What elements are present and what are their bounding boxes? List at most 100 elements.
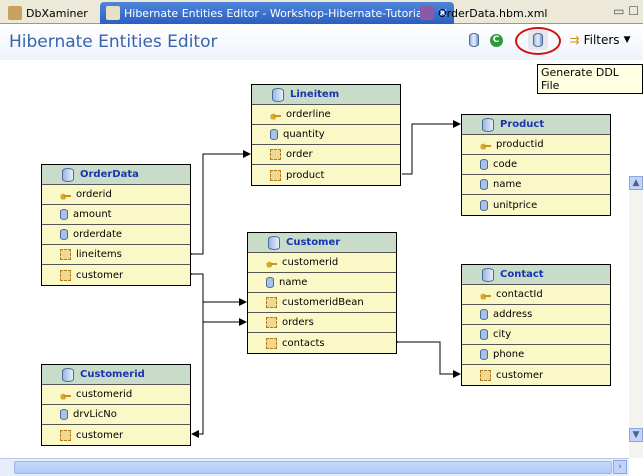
entity-header[interactable]: Product xyxy=(462,115,610,135)
entity-lineitem[interactable]: Lineitem orderline quantity order product xyxy=(251,84,401,186)
field-name: customerid xyxy=(76,389,133,400)
field-row[interactable]: contacts xyxy=(248,333,396,353)
dbxaminer-icon xyxy=(8,6,22,20)
scroll-right-button[interactable]: › xyxy=(613,460,627,474)
entity-customer[interactable]: Customer customerid name customeridBean orde… xyxy=(247,232,397,354)
key-icon xyxy=(60,389,71,400)
entity-product[interactable]: Product productid code name unitprice xyxy=(461,114,611,216)
column-icon xyxy=(266,277,274,288)
entity-icon xyxy=(62,367,74,382)
field-name: orderid xyxy=(76,189,112,200)
editor-icon xyxy=(106,6,120,20)
chevron-down-icon: ▼ xyxy=(623,35,631,45)
field-row[interactable]: name xyxy=(462,175,610,195)
refresh-icon: C xyxy=(489,33,503,47)
field-row[interactable]: order xyxy=(252,145,400,165)
field-row[interactable]: drvLicNo xyxy=(42,405,190,425)
field-name: customerid xyxy=(282,257,339,268)
window-controls[interactable]: ▭ ☐ xyxy=(613,4,639,18)
field-row[interactable]: customerid xyxy=(248,253,396,273)
column-icon xyxy=(60,229,68,240)
entity-customerid[interactable]: Customerid customerid drvLicNo customer xyxy=(41,364,191,446)
scroll-up-button[interactable]: ▲ xyxy=(629,176,643,190)
field-row[interactable]: customer xyxy=(42,265,190,285)
field-row[interactable]: customeridBean xyxy=(248,293,396,313)
field-row[interactable]: orderid xyxy=(42,185,190,205)
entity-orderdata[interactable]: OrderData orderid amount orderdate lineitems… xyxy=(41,164,191,286)
field-row[interactable]: product xyxy=(252,165,400,185)
many-to-one-icon xyxy=(270,169,281,181)
column-icon xyxy=(480,349,488,360)
horizontal-scrollbar[interactable]: › xyxy=(0,458,629,476)
column-icon xyxy=(480,159,488,170)
xml-file-icon xyxy=(420,6,434,20)
entity-header[interactable]: Customerid xyxy=(42,365,190,385)
many-to-one-icon xyxy=(270,149,281,160)
field-row[interactable]: amount xyxy=(42,205,190,225)
one-to-many-icon xyxy=(266,337,277,349)
editor-tab-bar: DbXaminer Hibernate Entities Editor - Wo… xyxy=(0,0,643,24)
column-icon xyxy=(480,309,488,320)
entity-icon xyxy=(482,267,494,282)
field-row[interactable]: code xyxy=(462,155,610,175)
tab-orderdata-hbm-xml[interactable]: OrderData.hbm.xml xyxy=(414,2,553,24)
field-row[interactable]: customer xyxy=(462,365,610,385)
entity-header[interactable]: OrderData xyxy=(42,165,190,185)
vertical-scrollbar[interactable]: ▲ ▼ xyxy=(629,176,643,458)
field-name: productid xyxy=(496,139,544,150)
key-icon xyxy=(480,289,491,300)
entity-icon xyxy=(482,117,494,132)
field-row[interactable]: orderline xyxy=(252,105,400,125)
entity-header[interactable]: Customer xyxy=(248,233,396,253)
entity-header[interactable]: Contact xyxy=(462,265,610,285)
entity-name: Product xyxy=(500,119,545,130)
tab-hibernate-entities-editor[interactable]: Hibernate Entities Editor - Workshop-Hib… xyxy=(100,2,454,24)
field-name: contacts xyxy=(282,337,325,349)
entity-icon xyxy=(272,87,284,102)
field-name: customer xyxy=(76,429,124,441)
tab-dbxaminer[interactable]: DbXaminer xyxy=(2,2,94,24)
many-to-one-icon xyxy=(480,369,491,381)
entity-name: OrderData xyxy=(80,169,139,180)
database-button[interactable] xyxy=(466,30,482,50)
many-to-one-icon xyxy=(60,269,71,281)
field-row[interactable]: address xyxy=(462,305,610,325)
field-name: drvLicNo xyxy=(73,409,117,420)
field-row[interactable]: contactId xyxy=(462,285,610,305)
key-icon xyxy=(266,257,277,268)
column-icon xyxy=(270,129,278,140)
link-customer-contact xyxy=(391,338,461,378)
entity-icon xyxy=(62,167,74,182)
highlight-circle xyxy=(515,27,561,55)
field-row[interactable]: productid xyxy=(462,135,610,155)
entity-header[interactable]: Lineitem xyxy=(252,85,400,105)
filters-button[interactable]: ⇉ Filters ▼ xyxy=(568,30,632,50)
field-row[interactable]: customer xyxy=(42,425,190,445)
entity-icon xyxy=(268,235,280,250)
link-customer-orders xyxy=(202,302,247,326)
scroll-thumb[interactable] xyxy=(14,461,612,474)
field-row[interactable]: city xyxy=(462,325,610,345)
field-row[interactable]: phone xyxy=(462,345,610,365)
field-row[interactable]: unitprice xyxy=(462,195,610,215)
refresh-button[interactable]: C xyxy=(488,30,504,50)
column-icon xyxy=(480,329,488,340)
link-orderdata-customer xyxy=(185,270,247,306)
key-icon xyxy=(270,109,281,120)
field-row[interactable]: quantity xyxy=(252,125,400,145)
database-icon xyxy=(469,33,479,47)
field-name: orders xyxy=(282,317,314,328)
diagram-canvas[interactable]: OrderData orderid amount orderdate lineitems… xyxy=(0,60,629,458)
column-icon xyxy=(60,209,68,220)
field-row[interactable]: lineitems xyxy=(42,245,190,265)
field-row[interactable]: customerid xyxy=(42,385,190,405)
field-row[interactable]: orders xyxy=(248,313,396,333)
field-name: quantity xyxy=(283,129,325,140)
scroll-down-button[interactable]: ▼ xyxy=(629,428,643,442)
link-customerid-customer xyxy=(191,322,204,438)
link-orderdata-lineitem xyxy=(185,150,251,258)
field-row[interactable]: orderdate xyxy=(42,225,190,245)
field-row[interactable]: name xyxy=(248,273,396,293)
entity-contact[interactable]: Contact contactId address city phone customer xyxy=(461,264,611,386)
field-name: phone xyxy=(493,349,525,360)
